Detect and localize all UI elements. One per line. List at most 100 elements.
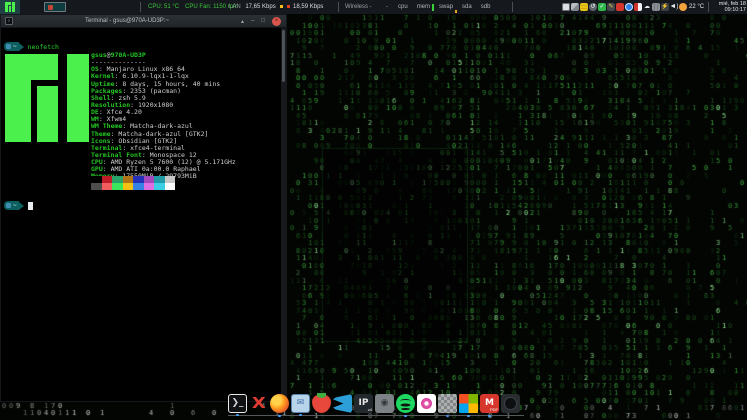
running-indicator [299,414,302,416]
shell-prompt: ~ [4,201,33,210]
dock: ❯_X ✉ IPv4◉ MPDF [228,394,520,413]
running-indicator [278,415,281,417]
palette-row-bright [91,183,175,190]
close-button[interactable]: × [272,17,281,26]
downloader-icon[interactable] [634,3,642,11]
monitor-sdb[interactable]: sdb [481,4,491,10]
manjaro-logo-icon [5,2,15,12]
dock-red-x-app[interactable]: X [249,394,268,413]
lan-up-speed: 18,59 Kbps [293,4,323,10]
dock-firefox[interactable] [270,394,289,413]
minimize-button[interactable]: – [251,18,254,24]
shell-prompt: ~ neofetch [4,42,59,51]
palette-row-normal [91,176,175,183]
panel-divider [140,2,141,12]
scrollbar-thumb[interactable] [282,30,285,82]
palette-swatch [91,183,102,190]
redshift-icon[interactable] [616,3,624,11]
browser-icon[interactable] [625,3,633,11]
wireless-value: - [386,4,388,10]
lan-activity-led [280,5,283,8]
lan-label: LAN [229,4,241,10]
monitor-swap[interactable]: swap [439,4,453,10]
weather-sun-icon[interactable] [679,3,687,11]
monitor-mem[interactable]: mem [417,4,430,10]
home-icon [6,44,11,49]
panel-divider [708,2,709,12]
cpu-temp: CPU: 51 °C [148,4,179,10]
display-icon[interactable] [562,3,570,11]
terminal-app-icon: › [5,17,13,25]
dock-ipscanner[interactable]: IPv4 [354,394,373,413]
dock-msoffice[interactable] [459,394,478,413]
volume-icon[interactable]: ◄) [670,3,678,11]
manjaro-ascii-logo [5,54,89,142]
dock-masterpdf[interactable]: MPDF [480,394,499,413]
shield-icon[interactable]: ✓ [598,3,606,11]
dock-grid[interactable] [438,394,457,413]
palette-swatch [165,176,176,183]
panel-clock[interactable]: mié, feb 18 09:10:17 [719,1,746,13]
prompt-path: ~ [13,43,17,50]
prompt-path: ~ [13,202,17,209]
manjaro-menu-button[interactable] [0,0,20,14]
palette-swatch [112,183,123,190]
dock-vscode[interactable] [333,394,352,413]
editor-icon[interactable]: ✎ [607,3,615,11]
panel-divider [338,2,339,12]
palette-swatch [133,176,144,183]
lan-down-speed: 17,65 Kbps [245,4,275,10]
terminal-window: › Terminal - gsus@970A-UD3P:~ ▴ – □ × ~ … [0,14,287,402]
palette-swatch [123,176,134,183]
prompt-arrow-icon [19,43,24,51]
clock-time: 09:10:17 [719,7,746,13]
palette-swatch [91,176,102,183]
palette-swatch [112,176,123,183]
palette-swatch [144,183,155,190]
updates-icon[interactable]: ↺ [589,3,597,11]
dock-speakerbox[interactable]: ◉ [375,394,394,413]
neofetch-output: gsus@970A-UD3P--------------OS: Manjaro … [91,52,236,181]
top-panel: CPU: 51 °CCPU Fan: 1150 rpm LAN 17,65 Kb… [0,0,747,14]
maximize-button[interactable]: □ [261,18,265,24]
shade-button[interactable]: ▴ [241,18,244,25]
palette-swatch [102,183,113,190]
palette-swatch [165,183,176,190]
prompt-arrow-icon [19,202,24,210]
running-indicator [404,415,407,417]
lan-activity-led [287,5,290,8]
terminal-body[interactable]: ~ neofetch gsus@970A-UD3P--------------O… [1,28,286,401]
cloud-icon[interactable]: ☁ [643,3,651,11]
workspace-pager[interactable] [44,2,66,12]
workspace-thumbnail [48,5,53,10]
notes-icon[interactable] [580,3,588,11]
battery-icon[interactable]: ⚡ [661,3,669,11]
clipboard-icon[interactable] [571,3,579,11]
dock-terminal[interactable]: ❯_ [228,394,247,413]
dock-photos[interactable] [417,394,436,413]
terminal-color-palette [91,176,175,190]
dock-strawberry[interactable] [312,394,331,413]
wireless-label[interactable]: Wireless - [345,4,372,10]
dock-lens[interactable] [501,394,520,413]
monitor-cpu[interactable]: cpu [398,4,408,10]
running-indicator [467,415,470,417]
palette-swatch [102,176,113,183]
palette-swatch [133,183,144,190]
desktop: CPU: 51 °CCPU Fan: 1150 rpm LAN 17,65 Kb… [0,0,747,420]
dock-shelf [228,415,524,416]
weather-temperature[interactable]: 22 °C [689,4,704,10]
dock-spotify[interactable] [396,394,415,413]
tray: ↺✓✎ ☁ ⚡◄) [562,2,687,12]
monitor-sda[interactable]: sda [462,4,472,10]
terminal-scrollbar[interactable] [281,28,286,401]
running-indicator [488,415,491,417]
running-indicator [446,415,449,417]
terminal-titlebar[interactable]: › Terminal - gsus@970A-UD3P:~ ▴ – □ × [1,15,286,28]
window-title: Terminal - gsus@970A-UD3P:~ [13,18,241,24]
lan-monitor[interactable]: LAN 17,65 Kbps 18,59 Kbps [229,4,323,10]
settings-icon[interactable] [652,3,660,11]
palette-swatch [123,183,134,190]
panel-divider [512,2,513,12]
dock-mail[interactable]: ✉ [291,394,310,413]
